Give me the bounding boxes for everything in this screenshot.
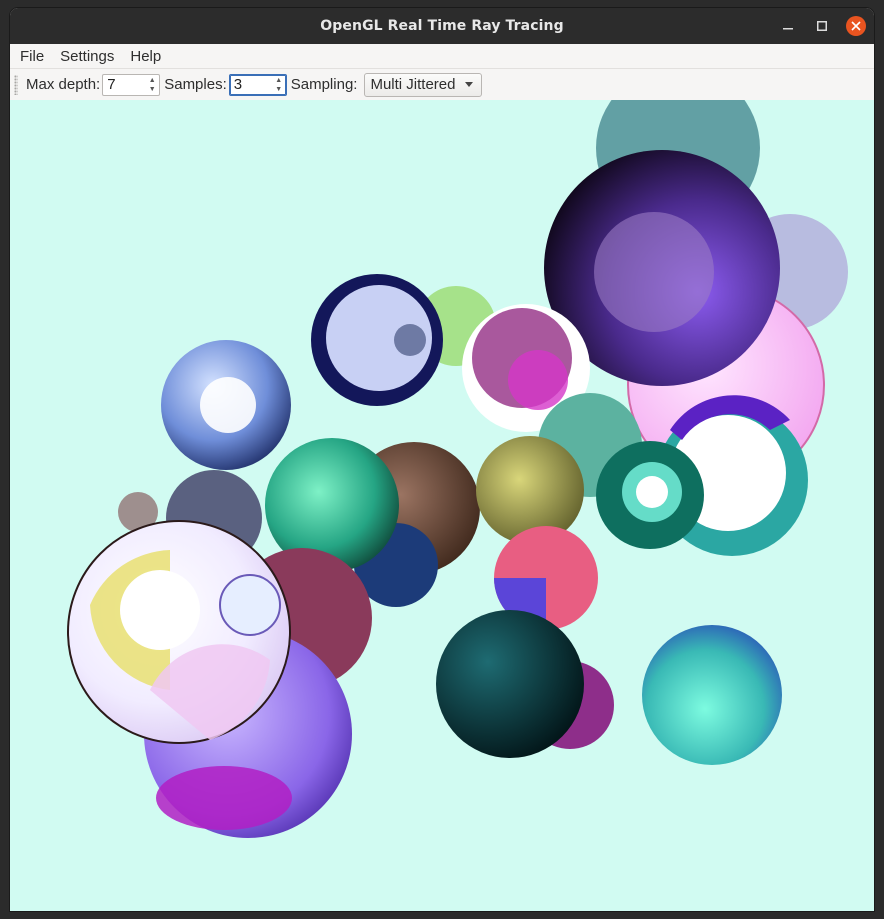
close-icon[interactable] (846, 16, 866, 36)
menu-file[interactable]: File (12, 48, 52, 65)
max-depth-label: Max depth: (26, 76, 101, 93)
samples-input[interactable] (229, 76, 278, 93)
menu-settings[interactable]: Settings (52, 48, 122, 65)
window-title: OpenGL Real Time Ray Tracing (320, 18, 564, 34)
max-depth-input[interactable] (103, 76, 152, 93)
chevron-down-icon[interactable]: ▼ (146, 85, 158, 94)
sphere-green-ring-core (636, 476, 668, 508)
sphere-dark-teal (436, 610, 584, 758)
sphere-magenta-glass-core (508, 350, 568, 410)
toolbar: Max depth: ▲ ▼ Samples: ▲ ▼ Sampling: Mu… (10, 69, 874, 101)
toolbar-grip-handle[interactable] (14, 74, 18, 95)
max-depth-stepper[interactable]: ▲ ▼ (146, 76, 158, 94)
samples-label: Samples: (164, 76, 227, 93)
chevron-up-icon[interactable]: ▲ (146, 76, 158, 85)
menu-help[interactable]: Help (122, 48, 169, 65)
ray-traced-scene (67, 100, 848, 838)
minimize-icon[interactable] (778, 16, 798, 36)
window-controls (778, 8, 866, 44)
samples-spinbox[interactable]: ▲ ▼ (228, 73, 287, 96)
sphere-small-bubble (219, 574, 281, 636)
sphere-dark-purple-inner (594, 212, 714, 332)
maximize-icon[interactable] (812, 16, 832, 36)
max-depth-spinbox[interactable]: ▲ ▼ (102, 73, 161, 96)
title-bar[interactable]: OpenGL Real Time Ray Tracing (10, 8, 874, 44)
sampling-selected-value: Multi Jittered (370, 76, 456, 93)
sphere-cyan-lower (642, 625, 782, 765)
sphere-blue-glass-highlight (200, 377, 256, 433)
chevron-down-icon (465, 81, 474, 87)
sampling-dropdown[interactable]: Multi Jittered (364, 72, 483, 97)
samples-stepper[interactable]: ▲ ▼ (273, 76, 285, 94)
render-viewport[interactable] (10, 100, 874, 911)
app-window: OpenGL Real Time Ray Tracing File Settin… (10, 8, 874, 911)
menu-bar: File Settings Help (10, 44, 874, 69)
chevron-up-icon[interactable]: ▲ (273, 76, 285, 85)
sphere-white-glass-hole (120, 570, 200, 650)
sphere-olive (476, 436, 584, 544)
sphere-violet-big-reflection (156, 766, 292, 830)
chevron-down-icon[interactable]: ▼ (273, 85, 285, 94)
sampling-label: Sampling: (290, 76, 358, 93)
sphere-navy-ring-shadow (394, 324, 426, 356)
